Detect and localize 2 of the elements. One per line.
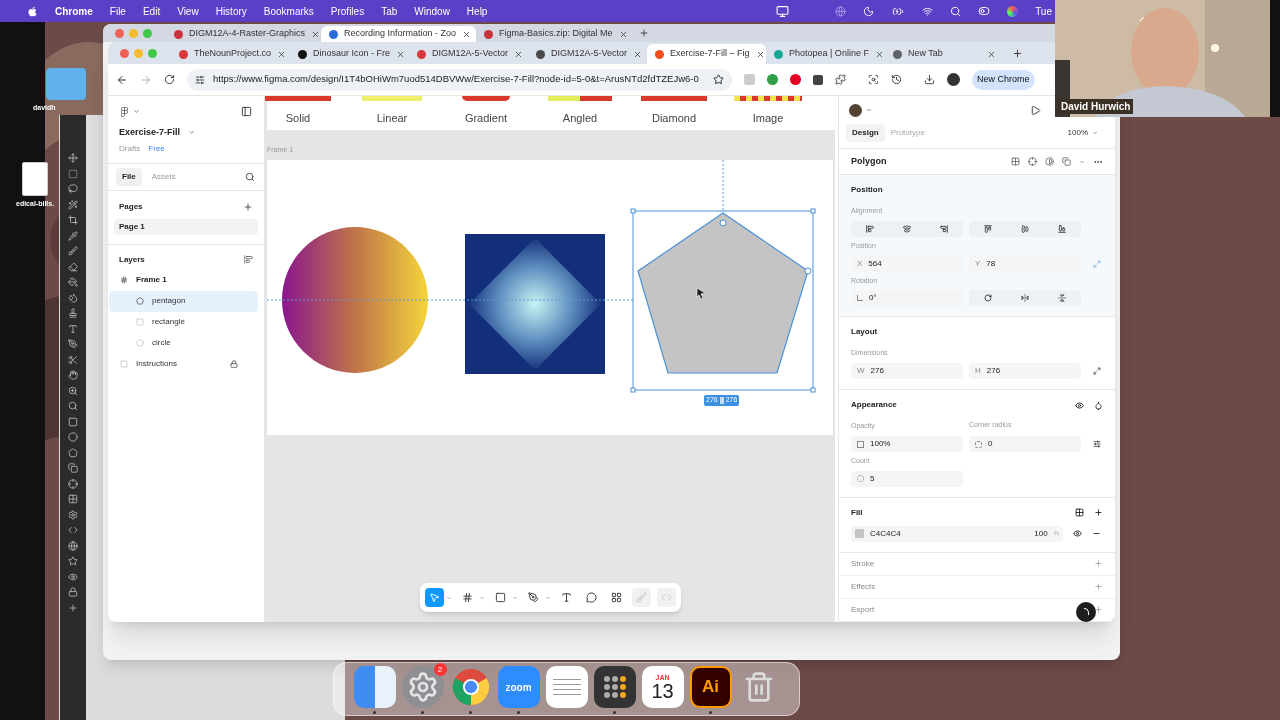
document-icon[interactable] (22, 162, 49, 196)
apple-logo-icon[interactable] (27, 5, 38, 17)
